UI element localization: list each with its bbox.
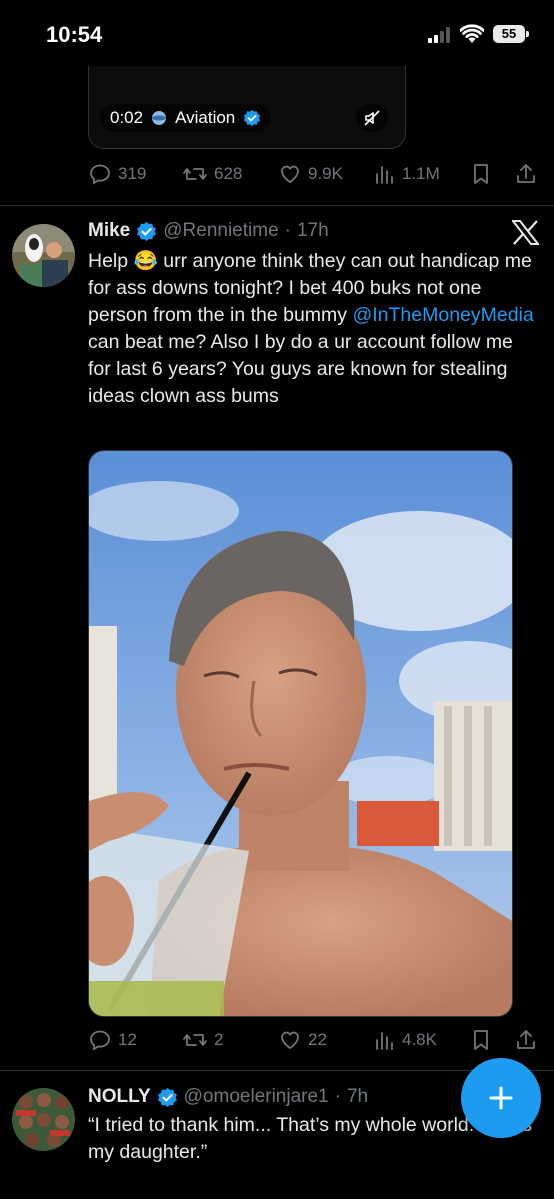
- reply-icon: [90, 1030, 110, 1051]
- share-button[interactable]: [514, 162, 538, 186]
- tweet-actions-top: 319 628 9.9K 1.1M: [88, 160, 540, 188]
- video-info-pill: 0:02 Aviation: [100, 104, 272, 132]
- like-button[interactable]: 22: [278, 1028, 327, 1052]
- views-count: 1.1M: [402, 164, 440, 183]
- verified-badge-icon: [136, 221, 157, 242]
- views-chart-icon: [376, 166, 393, 184]
- repost-icon: [183, 1034, 207, 1046]
- status-time: 10:54: [46, 22, 103, 47]
- reply-button[interactable]: 12: [88, 1028, 137, 1052]
- signal-icon: [428, 27, 454, 43]
- views-chart-icon: [376, 1032, 393, 1050]
- tweet-time[interactable]: 17h: [297, 220, 329, 242]
- divider: [0, 205, 554, 206]
- battery-indicator: 55: [493, 25, 525, 43]
- tweet-text-3: can beat me? Also I by do a ur account f…: [88, 331, 513, 407]
- mention-link[interactable]: @InTheMoneyMedia: [352, 304, 533, 326]
- x-logo-icon: [512, 220, 539, 245]
- compose-button[interactable]: [461, 1058, 541, 1138]
- reply-button[interactable]: 319: [88, 162, 146, 186]
- views-count: 4.8K: [402, 1030, 437, 1049]
- muted-speaker-icon: [364, 110, 380, 126]
- reply-time[interactable]: 7h: [347, 1086, 368, 1108]
- battery-tip: [526, 31, 529, 37]
- video-source: Aviation: [175, 108, 236, 127]
- repost-count: 2: [214, 1030, 224, 1049]
- dot-separator: ·: [284, 220, 291, 241]
- plus-icon: [489, 1086, 513, 1110]
- bookmark-icon: [474, 164, 488, 184]
- bookmark-button[interactable]: [470, 1028, 492, 1052]
- like-button[interactable]: 9.9K: [278, 162, 343, 186]
- reply-header: NOLLY @omoelerinjare1 · 7h: [88, 1086, 368, 1108]
- globe-icon: [151, 110, 167, 126]
- bookmark-icon: [474, 1030, 488, 1050]
- share-icon: [517, 1030, 535, 1049]
- repost-button[interactable]: 628: [182, 162, 242, 186]
- like-count: 22: [308, 1030, 327, 1049]
- verified-badge-icon: [243, 109, 261, 127]
- tweet-photo[interactable]: [88, 450, 513, 1017]
- tweet-text-1: Help: [88, 250, 129, 272]
- dot-separator: ·: [334, 1086, 341, 1107]
- reply-author-name[interactable]: NOLLY: [88, 1086, 151, 1108]
- reply-author-handle[interactable]: @omoelerinjare1: [184, 1086, 329, 1108]
- avatar-mike[interactable]: [12, 224, 75, 287]
- wifi-icon: [460, 24, 484, 44]
- avatar-nolly[interactable]: [12, 1088, 75, 1151]
- share-button[interactable]: [514, 1028, 538, 1052]
- reply-icon: [90, 164, 110, 185]
- video-time: 0:02: [110, 108, 144, 127]
- repost-count: 628: [214, 164, 243, 183]
- tweet-actions: 12 2 22 4.8K: [88, 1026, 540, 1054]
- laughing-emoji: 😂: [133, 250, 158, 272]
- reply-count: 319: [118, 164, 147, 183]
- like-count: 9.9K: [308, 164, 343, 183]
- author-name[interactable]: Mike: [88, 220, 130, 242]
- mute-button[interactable]: [356, 104, 388, 132]
- views-button[interactable]: 1.1M: [374, 162, 440, 186]
- tweet-header: Mike @Rennietime · 17h: [88, 220, 329, 242]
- verified-badge-icon: [157, 1087, 178, 1108]
- reply-count: 12: [118, 1030, 137, 1049]
- repost-icon: [183, 168, 207, 180]
- share-icon: [517, 164, 535, 183]
- heart-icon: [281, 1031, 299, 1049]
- bookmark-button[interactable]: [470, 162, 492, 186]
- repost-button[interactable]: 2: [182, 1028, 223, 1052]
- tweet-body: Help 😂 urr anyone think they can out han…: [88, 248, 538, 410]
- heart-icon: [281, 165, 299, 183]
- views-button[interactable]: 4.8K: [374, 1028, 437, 1052]
- author-handle[interactable]: @Rennietime: [163, 220, 278, 242]
